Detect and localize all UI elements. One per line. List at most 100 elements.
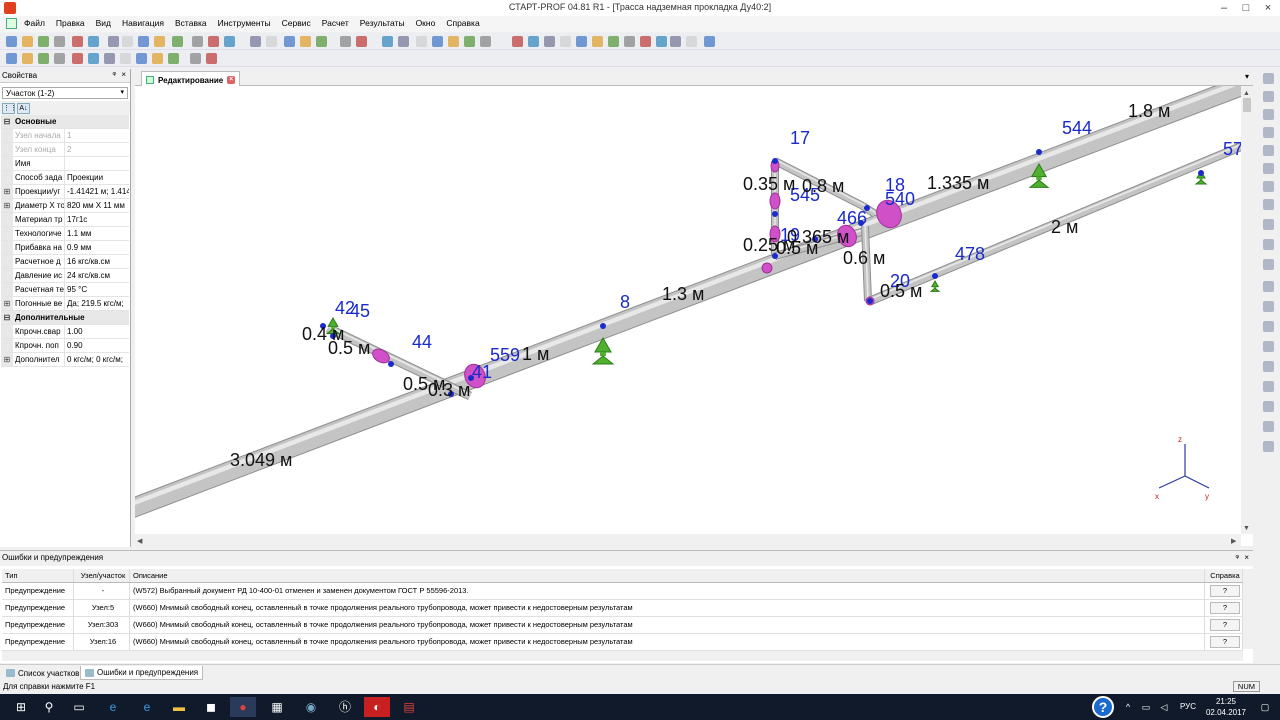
property-row[interactable]: Кпрочн.свар 1.00 bbox=[1, 325, 129, 339]
toolbar-button-icon[interactable] bbox=[54, 36, 65, 47]
toolbar-button-icon[interactable] bbox=[576, 36, 587, 47]
toolbar-button-icon[interactable] bbox=[22, 36, 33, 47]
toolbar-button-icon[interactable] bbox=[88, 36, 99, 47]
close-icon[interactable]: × bbox=[1244, 553, 1249, 562]
pin-icon[interactable]: ᵠ bbox=[1235, 553, 1239, 562]
column-type[interactable]: Тип bbox=[2, 569, 74, 582]
toolbar-button-icon[interactable] bbox=[136, 53, 147, 64]
toolbar-button-icon[interactable] bbox=[448, 36, 459, 47]
property-value[interactable] bbox=[65, 157, 129, 170]
property-value[interactable]: 24 кгс/кв.см bbox=[65, 269, 129, 282]
property-row[interactable]: Прибавка на 0.9 мм bbox=[1, 241, 129, 255]
property-row[interactable]: Материал тр 17г1с bbox=[1, 213, 129, 227]
toolbar-button-icon[interactable] bbox=[172, 36, 183, 47]
3d-viewport[interactable]: 17 544 576 18 540 545 466 19 478 20 42 45 44 8 559 41 1.… bbox=[135, 86, 1253, 546]
property-value[interactable]: 820 мм X 11 мм bbox=[65, 199, 129, 212]
toolbar-button-icon[interactable] bbox=[192, 36, 203, 47]
side-tool-icon[interactable] bbox=[1263, 381, 1274, 392]
toolbar-button-icon[interactable] bbox=[464, 36, 475, 47]
tab-section-list[interactable]: Список участков bbox=[2, 666, 83, 680]
menu-item[interactable]: Инструменты bbox=[218, 18, 271, 28]
side-tool-icon[interactable] bbox=[1263, 109, 1274, 120]
close-icon[interactable]: × bbox=[121, 70, 126, 79]
errors-scrollbar[interactable] bbox=[1243, 569, 1253, 649]
side-tool-icon[interactable] bbox=[1263, 219, 1274, 230]
side-tool-icon[interactable] bbox=[1263, 441, 1274, 452]
toolbar-button-icon[interactable] bbox=[608, 36, 619, 47]
maximize-button[interactable]: □ bbox=[1235, 0, 1257, 16]
help-button[interactable]: ? bbox=[1210, 585, 1240, 597]
column-node[interactable]: Узел/участок bbox=[74, 569, 130, 582]
help-button[interactable]: ? bbox=[1210, 619, 1240, 631]
expand-toggle-icon[interactable]: ⊟ bbox=[1, 115, 13, 128]
toolbar-button-icon[interactable] bbox=[266, 36, 277, 47]
side-tool-icon[interactable] bbox=[1263, 91, 1274, 102]
alphabetical-sort-button[interactable]: A↓ bbox=[17, 103, 30, 114]
property-value[interactable]: -1.41421 м; 1.414 bbox=[65, 185, 129, 198]
property-value[interactable]: 1.00 bbox=[65, 325, 129, 338]
tab-errors[interactable]: Ошибки и предупреждения bbox=[80, 666, 204, 680]
property-value[interactable]: 0.9 мм bbox=[65, 241, 129, 254]
property-row[interactable]: Узел начала 1 bbox=[1, 129, 129, 143]
toolbar-button-icon[interactable] bbox=[22, 53, 33, 64]
toolbar-button-icon[interactable] bbox=[480, 36, 491, 47]
menu-item[interactable]: Справка bbox=[446, 18, 479, 28]
help-button[interactable]: ? bbox=[1210, 602, 1240, 614]
pipeline-scene[interactable]: 17 5445761854054546619478204245448559411.… bbox=[135, 86, 1253, 546]
property-row[interactable]: Способ зада Проекции bbox=[1, 171, 129, 185]
toolbar-button-icon[interactable] bbox=[624, 36, 635, 47]
menu-item[interactable]: Вставка bbox=[175, 18, 207, 28]
property-value[interactable]: 16 кгс/кв.см bbox=[65, 255, 129, 268]
side-tool-icon[interactable] bbox=[1263, 301, 1274, 312]
side-tool-icon[interactable] bbox=[1263, 127, 1274, 138]
property-row[interactable]: Расчетная те 95 °С bbox=[1, 283, 129, 297]
toolbar-button-icon[interactable] bbox=[560, 36, 571, 47]
toolbar-button-icon[interactable] bbox=[224, 36, 235, 47]
property-row[interactable]: Кпрочн. поп 0.90 bbox=[1, 339, 129, 353]
store-icon[interactable]: ◼ bbox=[198, 697, 224, 717]
expand-toggle-icon[interactable]: ⊞ bbox=[1, 199, 13, 212]
toolbar-button-icon[interactable] bbox=[544, 36, 555, 47]
toolbar-button-icon[interactable] bbox=[190, 53, 201, 64]
property-value[interactable]: 17г1с bbox=[65, 213, 129, 226]
tab-menu-arrow-icon[interactable]: ▾ bbox=[1245, 72, 1249, 81]
property-value[interactable]: Проекции bbox=[65, 171, 129, 184]
side-tool-icon[interactable] bbox=[1263, 421, 1274, 432]
chrome-icon[interactable]: ● bbox=[230, 697, 256, 717]
toolbar-button-icon[interactable] bbox=[6, 53, 17, 64]
explorer-icon[interactable]: ▬ bbox=[166, 697, 192, 717]
toolbar-button-icon[interactable] bbox=[138, 36, 149, 47]
property-value[interactable]: 0.90 bbox=[65, 339, 129, 352]
toolbar-button-icon[interactable] bbox=[704, 36, 715, 47]
property-value[interactable]: 0 кгс/м; 0 кгс/м; bbox=[65, 353, 129, 366]
minimize-button[interactable]: – bbox=[1213, 0, 1235, 16]
edge-icon[interactable]: e bbox=[100, 697, 126, 717]
network-icon[interactable]: ▭ bbox=[1138, 697, 1154, 717]
menu-item[interactable]: Файл bbox=[24, 18, 45, 28]
menu-item[interactable]: Расчет bbox=[322, 18, 349, 28]
toolbar-button-icon[interactable] bbox=[38, 36, 49, 47]
menu-item[interactable]: Навигация bbox=[122, 18, 164, 28]
toolbar-button-icon[interactable] bbox=[6, 36, 17, 47]
toolbar-button-icon[interactable] bbox=[340, 36, 351, 47]
toolbar-button-icon[interactable] bbox=[316, 36, 327, 47]
toolbar-button-icon[interactable] bbox=[72, 53, 83, 64]
property-value[interactable]: 95 °С bbox=[65, 283, 129, 296]
toolbar-button-icon[interactable] bbox=[152, 53, 163, 64]
property-row[interactable]: ⊞ Диаметр X то 820 мм X 11 мм bbox=[1, 199, 129, 213]
toolbar-button-icon[interactable] bbox=[250, 36, 261, 47]
volume-icon[interactable]: ◁ bbox=[1156, 697, 1172, 717]
calculator-icon[interactable]: ▦ bbox=[264, 697, 290, 717]
side-tool-icon[interactable] bbox=[1263, 73, 1274, 84]
windows-start-icon[interactable]: ⊞ bbox=[8, 697, 34, 717]
property-row[interactable]: Давление ис 24 кгс/кв.см bbox=[1, 269, 129, 283]
toolbar-button-icon[interactable] bbox=[104, 53, 115, 64]
table-row[interactable]: Предупреждение Узел:5 (W660) Мнимый свобод… bbox=[2, 600, 1243, 617]
toolbar-button-icon[interactable] bbox=[300, 36, 311, 47]
document-icon[interactable] bbox=[6, 18, 17, 29]
side-tool-icon[interactable] bbox=[1263, 145, 1274, 156]
side-tool-icon[interactable] bbox=[1263, 341, 1274, 352]
toolbar-button-icon[interactable] bbox=[686, 36, 697, 47]
menu-item[interactable]: Вид bbox=[96, 18, 111, 28]
tab-editing[interactable]: Редактирование × bbox=[141, 71, 241, 86]
